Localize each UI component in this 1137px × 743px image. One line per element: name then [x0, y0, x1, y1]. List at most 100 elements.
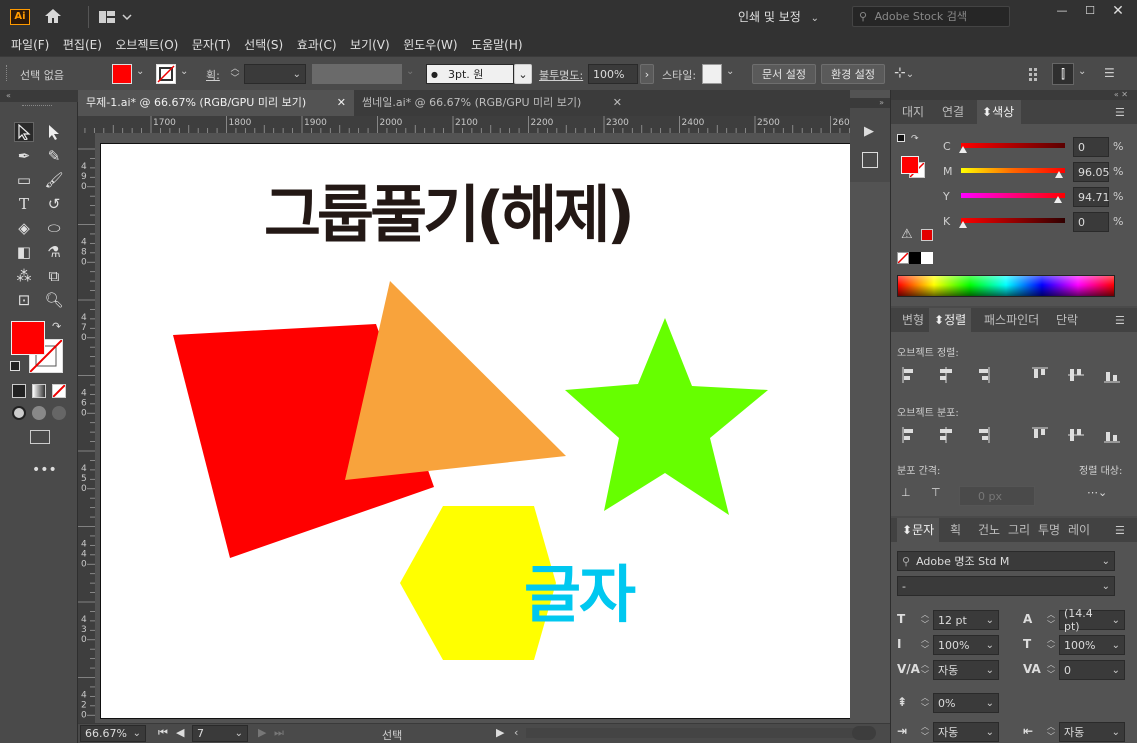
eyedropper-tool-icon[interactable]: ⚗	[44, 242, 64, 262]
zoom-tool-icon[interactable]: 🔍︎	[44, 290, 64, 310]
zoom-field[interactable]: 66.67% ⌄	[80, 725, 146, 742]
menu-effect[interactable]: 효과(C)	[292, 34, 342, 56]
out-of-gamut-warning-icon[interactable]: ⚠	[901, 227, 913, 242]
stepper-icon[interactable]: ︿ ﹀	[1047, 722, 1055, 742]
paintbrush-tool-icon[interactable]: 🖌	[44, 170, 64, 190]
horizontal-distribute-center-icon[interactable]	[1067, 426, 1085, 444]
panel-menu-icon[interactable]: ☰	[1115, 314, 1125, 327]
stepper-icon[interactable]: ︿ ﹀	[921, 693, 929, 713]
shape-builder-tool-icon[interactable]: ⧉	[44, 266, 64, 286]
tab-pathfinder[interactable]: 패스파인더	[979, 308, 1044, 332]
horizontal-distribute-right-icon[interactable]	[1103, 426, 1121, 444]
tab-opentype[interactable]: 건노	[973, 518, 1005, 542]
vertical-align-top-icon[interactable]	[1031, 366, 1049, 384]
tracking-field[interactable]: 0 ⌄	[1059, 660, 1125, 680]
vertical-distribute-top-icon[interactable]	[901, 426, 919, 444]
screen-mode-icon[interactable]	[30, 430, 50, 444]
stock-search-input[interactable]: ⚲ Adobe Stock 검색	[852, 6, 1010, 27]
tab-gradient[interactable]: 그리	[1003, 518, 1035, 542]
swap-colors-icon[interactable]: ↷	[52, 320, 61, 333]
chevron-down-icon[interactable]: ⌄	[180, 66, 188, 77]
tab-transform[interactable]: 변형	[897, 308, 929, 332]
orange-triangle[interactable]	[345, 281, 566, 480]
menu-help[interactable]: 도움말(H)	[466, 34, 528, 56]
eraser-tool-icon[interactable]: ◈	[14, 218, 34, 238]
blend-tool-icon[interactable]: ⁂	[14, 266, 34, 286]
type-tool-icon[interactable]: T	[14, 194, 34, 214]
puppet-warp-icon[interactable]: ⊹⌄	[894, 65, 924, 83]
vertical-align-bottom-icon[interactable]	[1103, 366, 1121, 384]
tab-transparency[interactable]: 투명	[1033, 518, 1065, 542]
fill-stroke-mini[interactable]: ↷	[897, 134, 927, 178]
channel-slider[interactable]	[961, 143, 1065, 148]
green-star[interactable]	[565, 318, 768, 515]
tab-document-1[interactable]: 무제-1.ai* @ 66.67% (RGB/GPU 미리 보기) ✕	[78, 90, 354, 116]
tab-document-2[interactable]: 썸네일.ai* @ 66.67% (RGB/GPU 미리 보기) ✕	[354, 90, 630, 116]
tab-links[interactable]: 연결	[937, 100, 969, 124]
stroke-weight-field[interactable]: ⌄	[244, 64, 306, 84]
collapse-icon[interactable]: «	[0, 90, 78, 102]
tab-paragraph[interactable]: 단락	[1051, 308, 1083, 332]
stepper-icon[interactable]: ︿ ﹀	[921, 722, 929, 742]
tab-layers[interactable]: 레이	[1063, 518, 1095, 542]
aki-left-field[interactable]: 자동 ⌄	[933, 722, 999, 742]
curvature-tool-icon[interactable]: ✎	[44, 146, 64, 166]
maximize-button[interactable]: ☐	[1078, 4, 1102, 20]
body-text[interactable]: 글자	[524, 544, 636, 634]
first-artboard-icon[interactable]: ⏮	[158, 726, 168, 740]
canvas-area[interactable]: 1700180019002000210022002300240025002600…	[78, 116, 850, 723]
align-toggle-icon[interactable]: ⫿	[1052, 63, 1074, 85]
none-swatch[interactable]	[897, 252, 909, 264]
horizontal-distribute-space-icon[interactable]: ⊤	[931, 486, 949, 502]
vertical-distribute-center-icon[interactable]	[937, 426, 955, 444]
vertical-distribute-bottom-icon[interactable]	[973, 426, 991, 444]
workspace-switcher[interactable]: 인쇄 및 보정 ⌄	[738, 8, 834, 26]
aki-right-field[interactable]: 자동 ⌄	[1059, 722, 1125, 742]
panel-menu-icon[interactable]: ☰	[1115, 106, 1125, 119]
channel-slider[interactable]	[961, 193, 1065, 198]
draw-normal-icon[interactable]	[12, 406, 26, 420]
color-mode-icon[interactable]	[12, 384, 26, 398]
chevron-down-icon[interactable]: ⌄	[726, 66, 734, 77]
gradient-tool-icon[interactable]: ◧	[14, 242, 34, 262]
artboard-number-field[interactable]: 7 ⌄	[192, 725, 248, 742]
collapse-icon[interactable]: »	[850, 98, 890, 108]
menu-view[interactable]: 보기(V)	[345, 34, 395, 56]
pen-tool-icon[interactable]: ✒	[14, 146, 34, 166]
warp-tool-icon[interactable]: ⬭	[44, 218, 64, 238]
rectangle-tool-icon[interactable]: ▭	[14, 170, 34, 190]
menu-window[interactable]: 윈도우(W)	[398, 34, 462, 56]
grid-icon[interactable]	[1028, 66, 1044, 82]
slider-handle[interactable]	[959, 146, 967, 153]
close-icon[interactable]: ✕	[337, 90, 346, 116]
tab-stroke[interactable]: 획	[945, 518, 966, 542]
channel-value-field[interactable]: 94.71	[1073, 187, 1110, 207]
menu-edit[interactable]: 편집(E)	[58, 34, 107, 56]
channel-value-field[interactable]: 0	[1073, 212, 1109, 232]
fill-swatch[interactable]	[112, 64, 132, 84]
home-icon[interactable]	[44, 8, 62, 24]
menu-file[interactable]: 파일(F)	[6, 34, 54, 56]
scroll-left-icon[interactable]: ‹	[514, 726, 518, 739]
channel-slider[interactable]	[961, 218, 1065, 223]
previous-artboard-icon[interactable]: ◀	[176, 726, 184, 739]
stepper-icon[interactable]: ︿ ﹀	[1047, 610, 1055, 630]
next-artboard-icon[interactable]: ▶	[258, 726, 266, 739]
gradient-mode-icon[interactable]	[32, 384, 46, 398]
selection-tool-icon[interactable]	[14, 122, 34, 142]
white-swatch[interactable]	[921, 252, 933, 264]
font-size-field[interactable]: 12 pt ⌄	[933, 610, 999, 630]
vertical-distribute-space-icon[interactable]: ⊥	[901, 486, 919, 502]
chevron-down-icon[interactable]: ⌄	[1078, 66, 1086, 77]
draw-behind-icon[interactable]	[32, 406, 46, 420]
menu-select[interactable]: 선택(S)	[239, 34, 288, 56]
menu-object[interactable]: 오브젝트(O)	[110, 34, 183, 56]
kerning-field[interactable]: 자동 ⌄	[933, 660, 999, 680]
stepper-icon[interactable]: ︿ ﹀	[1047, 660, 1055, 680]
stepper-icon[interactable]: ︿ ﹀	[921, 610, 929, 630]
collapse-icon[interactable]: « ✕	[891, 90, 1137, 100]
stroke-weight-stepper[interactable]: ︿ ﹀	[228, 64, 242, 84]
slider-handle[interactable]	[1055, 171, 1063, 178]
close-icon[interactable]: ✕	[613, 90, 622, 116]
stepper-icon[interactable]: ︿ ﹀	[1047, 635, 1055, 655]
